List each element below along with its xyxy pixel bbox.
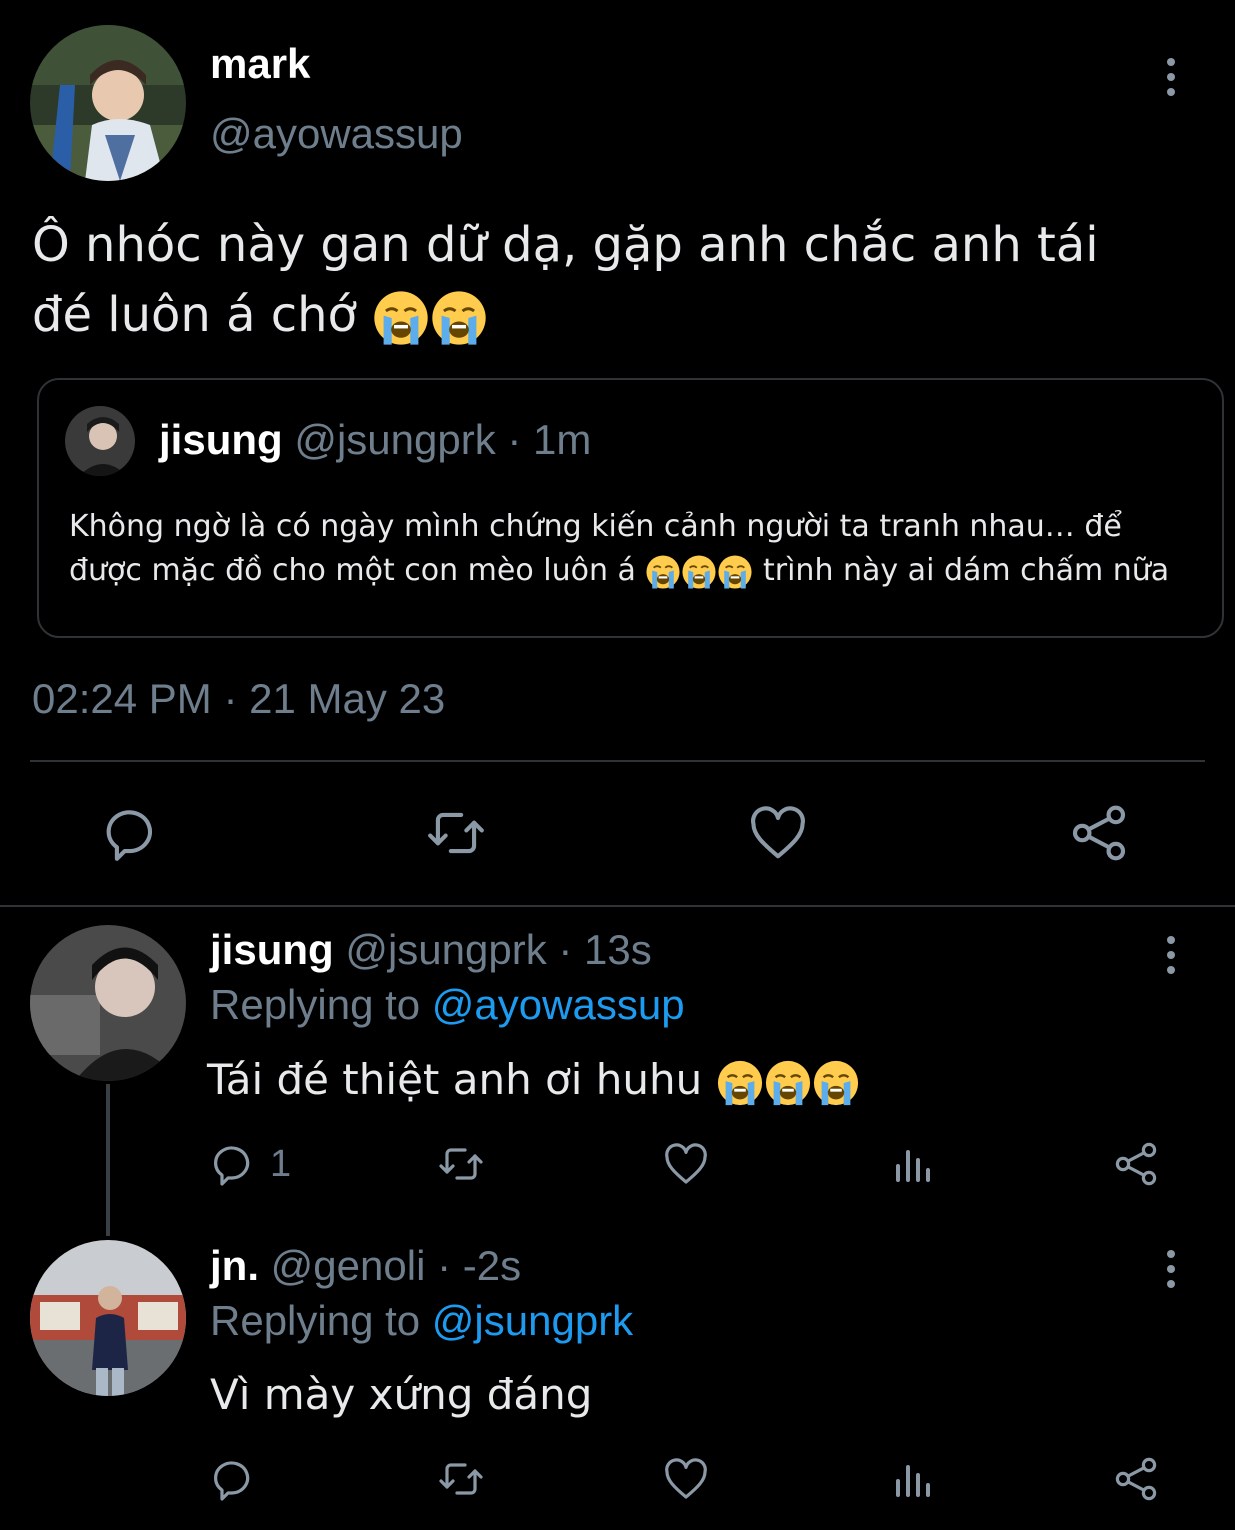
reply2-more-icon[interactable] [1166, 1250, 1176, 1295]
quoted-avatar [65, 406, 135, 476]
views-icon[interactable] [888, 1140, 936, 1188]
retweet-icon[interactable] [435, 1140, 487, 1188]
reply1-text: Tái đé thiệt anh ơi huhu [207, 1055, 703, 1104]
reply1-avatar[interactable] [30, 925, 186, 1081]
share-icon[interactable] [1112, 1455, 1160, 1503]
quoted-text-line1: Không ngờ là có ngày mình chứng kiến cản… [69, 509, 1122, 544]
heart-icon[interactable] [662, 1140, 710, 1188]
quoted-author-handle: @jsungprk [294, 416, 496, 463]
loudly-crying-emoji [764, 1059, 811, 1106]
reply1-reply-count: 1 [270, 1142, 292, 1185]
heart-icon[interactable] [662, 1455, 710, 1503]
reply1-reply-button[interactable]: 1 [212, 1140, 291, 1188]
reply1-more-icon[interactable] [1166, 936, 1176, 981]
reply1-time: · 13s [558, 926, 652, 973]
reply2-time: · -2s [437, 1242, 522, 1289]
reply2-avatar[interactable] [30, 1240, 186, 1396]
reply-icon [212, 1140, 260, 1188]
quoted-text: Không ngờ là có ngày mình chứng kiến cản… [69, 505, 1209, 593]
main-tweet-text: Ô nhóc này gan dữ dạ, gặp anh chắc anh t… [32, 210, 1212, 350]
quoted-tweet-card[interactable]: jisung @jsungprk · 1m Không ngờ là có ng… [37, 378, 1224, 638]
loudly-crying-emoji [373, 289, 430, 347]
retweet-icon[interactable] [435, 1455, 487, 1503]
reply1-replying-prefix: Replying to [210, 981, 421, 1028]
reply2-author-name[interactable]: jn. [210, 1242, 259, 1289]
main-avatar[interactable] [30, 25, 186, 181]
divider [30, 760, 1205, 762]
loudly-crying-emoji [681, 554, 717, 589]
reply1-connector [106, 1084, 110, 1236]
views-icon[interactable] [888, 1455, 936, 1503]
quoted-author-name: jisung [159, 416, 283, 463]
quoted-text-line2b: trình này ai dám chấm nữa [763, 553, 1170, 588]
reply2-author-handle[interactable]: @genoli [271, 1242, 426, 1289]
main-timestamp[interactable]: 02:24 PM · 21 May 23 [32, 675, 445, 723]
reply-icon[interactable] [104, 802, 166, 864]
share-icon[interactable] [1112, 1140, 1160, 1188]
reply-icon[interactable] [212, 1455, 260, 1503]
share-icon[interactable] [1068, 802, 1130, 864]
loudly-crying-emoji [812, 1059, 859, 1106]
loudly-crying-emoji [645, 554, 681, 589]
reply1-author-handle[interactable]: @jsungprk [345, 926, 546, 973]
main-text-line2: đé luôn á chớ [32, 287, 357, 343]
reply1-text-row: Tái đé thiệt anh ơi huhu [207, 1055, 860, 1107]
main-more-icon[interactable] [1166, 58, 1176, 103]
quoted-text-line2a: được mặc đồ cho một con mèo luôn á [69, 553, 636, 588]
loudly-crying-emoji [716, 1059, 763, 1106]
loudly-crying-emoji [717, 554, 753, 589]
reply2-replying-to-link[interactable]: @jsungprk [432, 1297, 633, 1344]
heart-icon[interactable] [747, 802, 809, 864]
quoted-time: · 1m [507, 416, 592, 463]
reply1-author-name[interactable]: jisung [210, 926, 334, 973]
main-author-handle[interactable]: @ayowassup [210, 110, 463, 158]
reply2-text: Vì mày xứng đáng [210, 1370, 593, 1419]
retweet-icon[interactable] [423, 802, 489, 864]
reply2-replying-prefix: Replying to [210, 1297, 421, 1344]
section-divider [0, 905, 1235, 907]
main-author-name[interactable]: mark [210, 40, 310, 88]
main-text-line1: Ô nhóc này gan dữ dạ, gặp anh chắc anh t… [32, 217, 1099, 273]
reply1-replying-to-link[interactable]: @ayowassup [432, 981, 685, 1028]
loudly-crying-emoji [431, 289, 488, 347]
